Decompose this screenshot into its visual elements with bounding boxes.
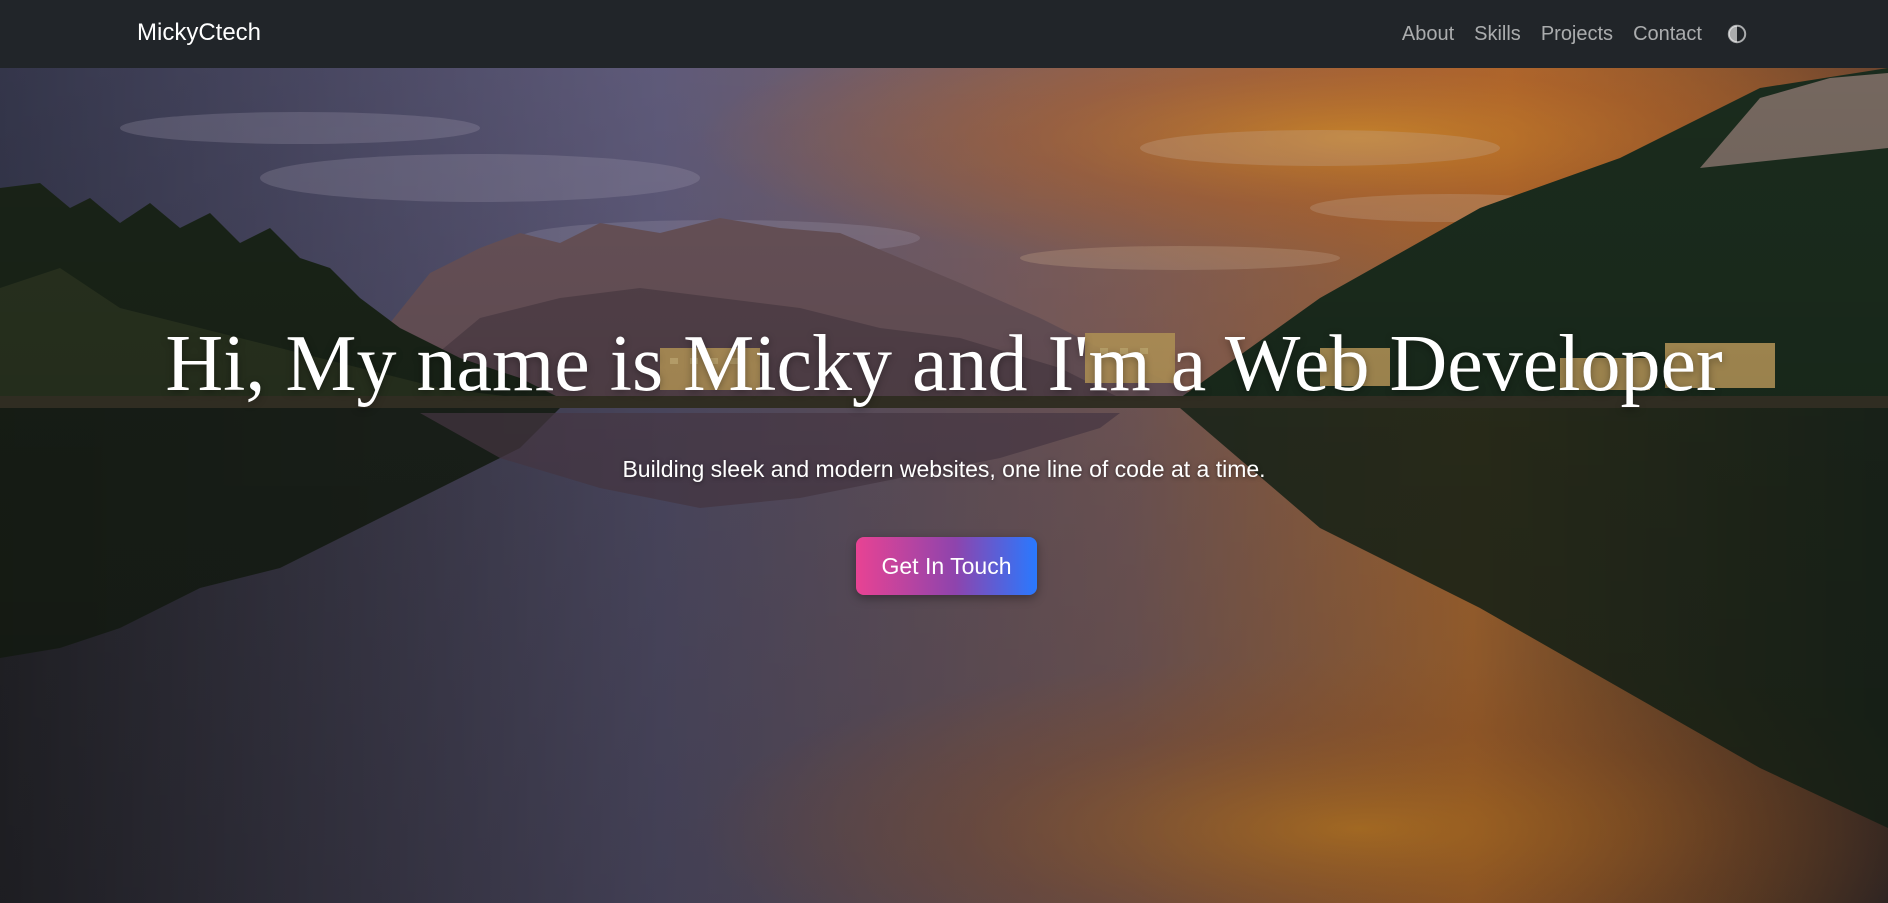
contrast-half-circle-icon — [1727, 24, 1747, 44]
navbar: MickyCtech About Skills Projects Contact — [0, 0, 1888, 68]
brand-logo-link[interactable]: MickyCtech — [137, 0, 261, 68]
hero-content: Hi, My name is Micky and I'm a Web Devel… — [0, 68, 1888, 903]
nav-link-projects[interactable]: Projects — [1541, 1, 1613, 67]
hero-subtitle: Building sleek and modern websites, one … — [622, 456, 1266, 482]
get-in-touch-button[interactable]: Get In Touch — [856, 537, 1037, 595]
hero-title: Hi, My name is Micky and I'm a Web Devel… — [165, 320, 1723, 408]
nav-links: About Skills Projects Contact — [1382, 0, 1888, 68]
nav-link-contact[interactable]: Contact — [1633, 1, 1702, 67]
nav-link-skills[interactable]: Skills — [1474, 1, 1521, 67]
theme-toggle-button[interactable] — [1726, 23, 1748, 45]
hero-section: Hi, My name is Micky and I'm a Web Devel… — [0, 68, 1888, 903]
nav-link-about[interactable]: About — [1402, 1, 1454, 67]
